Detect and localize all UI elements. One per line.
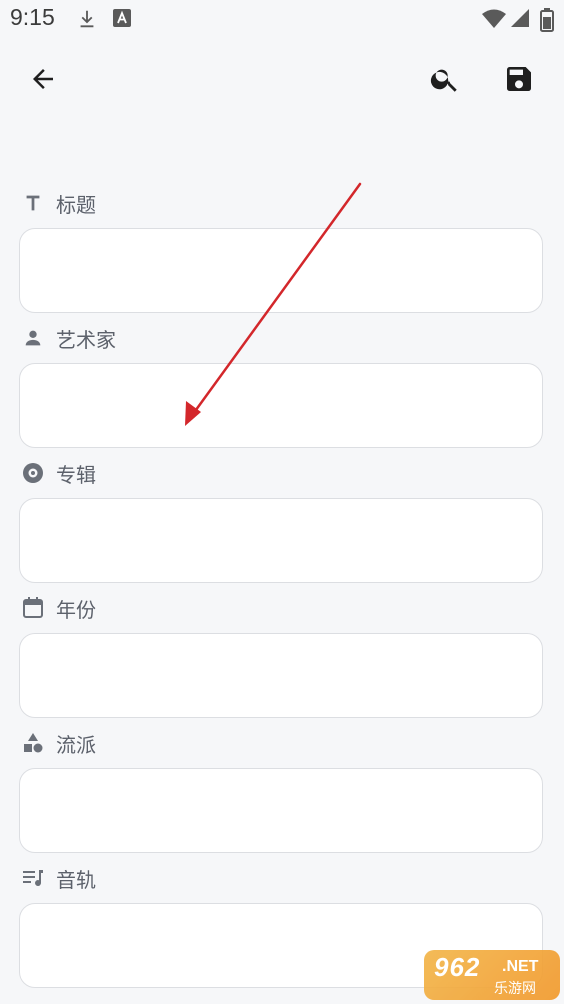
genre-field-label: 流派 [20, 728, 96, 758]
title-field-label: 标题 [20, 188, 96, 218]
signal-icon [510, 8, 530, 32]
title-input[interactable] [19, 228, 543, 313]
watermark-logo: 962 .NET 乐游网 [424, 950, 560, 1000]
back-button[interactable] [18, 56, 68, 106]
a-badge-icon [112, 8, 132, 32]
status-bar: 9:15 [0, 0, 564, 40]
track-list-icon [20, 865, 46, 891]
year-input[interactable] [19, 633, 543, 718]
toolbar [0, 48, 564, 114]
shapes-icon [20, 730, 46, 756]
year-field-label: 年份 [20, 593, 96, 623]
battery-icon [540, 8, 554, 36]
album-input[interactable] [19, 498, 543, 583]
save-button[interactable] [494, 56, 544, 106]
genre-input[interactable] [19, 768, 543, 853]
download-icon [76, 8, 98, 34]
disc-icon [20, 460, 46, 486]
status-time: 9:15 [10, 4, 55, 30]
save-icon [503, 63, 535, 99]
artist-input[interactable] [19, 363, 543, 448]
search-icon [429, 63, 461, 99]
title-t-icon [20, 190, 46, 216]
artist-field-label: 艺术家 [20, 323, 116, 353]
calendar-icon [20, 595, 46, 621]
arrow-back-icon [28, 64, 58, 98]
album-field-label: 专辑 [20, 458, 96, 488]
search-button[interactable] [420, 56, 470, 106]
track-field-label: 音轨 [20, 863, 96, 893]
wifi-icon [482, 8, 506, 34]
screen: 9:15 标题 艺术家 专辑 年份 流派 音轨 962 .NET 乐游网 [0, 0, 564, 1004]
person-icon [20, 325, 46, 351]
